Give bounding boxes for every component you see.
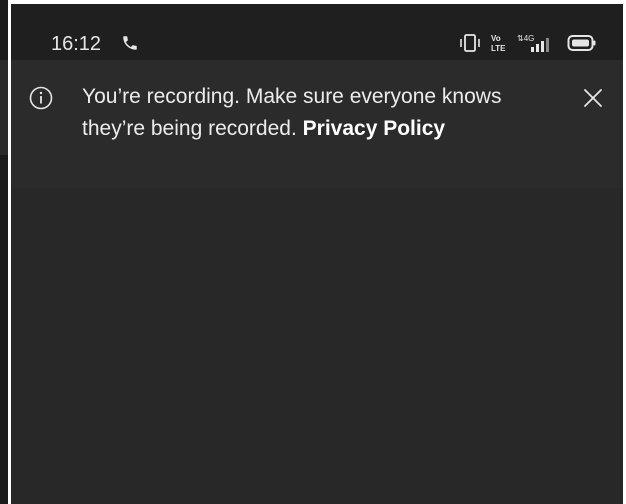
info-icon [29,86,53,110]
recording-notice-banner: You’re recording. Make sure everyone kno… [11,60,623,188]
svg-text:Vo: Vo [491,34,501,43]
call-icon [123,36,137,50]
status-time: 16:12 [51,33,102,55]
recording-notice-text: You’re recording. Make sure everyone kno… [82,81,532,145]
close-icon[interactable] [581,86,605,110]
left-edge-strip [0,0,8,504]
privacy-policy-link[interactable]: Privacy Policy [303,117,445,140]
device-frame: 16:12 Vo LTE ⇅4G You’re recording. Make … [0,0,626,504]
battery-icon [567,35,596,51]
svg-text:⇅4G: ⇅4G [517,34,534,43]
status-icons: Vo LTE ⇅4G [459,32,609,54]
svg-text:LTE: LTE [491,44,506,53]
4g-signal-icon: ⇅4G [517,34,549,52]
status-bar: 16:12 Vo LTE ⇅4G [11,4,623,60]
vibrate-icon [460,34,480,52]
phone-screen: 16:12 Vo LTE ⇅4G You’re recording. Make … [11,4,623,504]
volte-icon: Vo LTE [491,34,506,53]
left-edge-banner-highlight [0,60,8,155]
